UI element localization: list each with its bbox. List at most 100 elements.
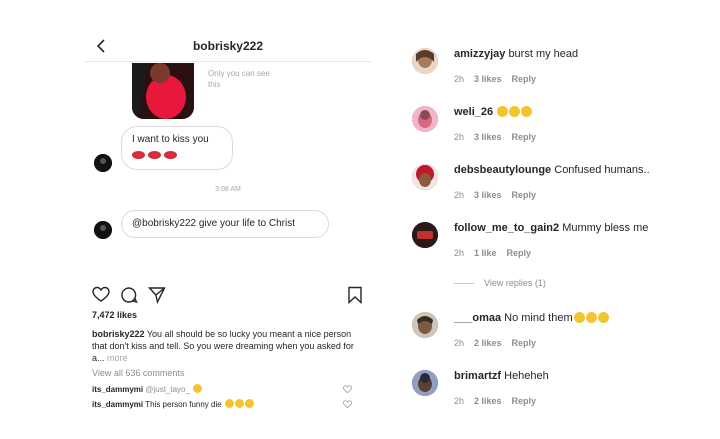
- comment-row: debsbeautylounge Confused humans.. 2h 3 l…: [402, 156, 670, 212]
- reply-button[interactable]: Reply: [512, 396, 537, 406]
- laughing-emoji-icon: [585, 312, 597, 323]
- lips-emoji-row: [132, 149, 222, 163]
- comment-username[interactable]: debsbeautylounge: [454, 164, 551, 176]
- dm-header: bobrisky222: [84, 30, 372, 62]
- comment-text-line: weli_26: [454, 106, 533, 118]
- message-timestamp: 3:08 AM: [215, 186, 241, 193]
- private-note: Only you can see this: [208, 69, 270, 89]
- view-replies-label: View replies (1): [484, 278, 546, 288]
- comment-time: 2h: [454, 132, 465, 142]
- avatar[interactable]: [412, 106, 438, 132]
- message-text: I want to kiss you: [132, 134, 209, 145]
- comment-text-line: amizzyjay burst my head: [454, 48, 578, 60]
- comment-likes[interactable]: 2 likes: [474, 396, 502, 406]
- comment-time: 2h: [454, 74, 465, 84]
- comment-row: follow_me_to_gain2 Mummy bless me 2h 1 li…: [402, 214, 670, 270]
- avatar[interactable]: [412, 164, 438, 190]
- post-comment: its_dammymi This person funny die: [92, 399, 362, 410]
- laughing-emoji-icon: [509, 106, 521, 117]
- bookmark-icon[interactable]: [346, 286, 364, 304]
- comment-meta: 2h 3 likes Reply: [454, 190, 546, 200]
- comment-username[interactable]: ___omaa: [454, 312, 501, 324]
- more-link[interactable]: more: [105, 353, 128, 363]
- sender-avatar[interactable]: [94, 221, 112, 239]
- comment-meta: 2h 3 likes Reply: [454, 132, 546, 142]
- laughing-emoji-icon: [521, 106, 533, 117]
- avatar[interactable]: [412, 48, 438, 74]
- comment-username[interactable]: amizzyjay: [454, 48, 505, 60]
- like-heart-icon[interactable]: [343, 385, 352, 394]
- comment-username[interactable]: its_dammymi: [92, 385, 143, 394]
- avatar[interactable]: [412, 370, 438, 396]
- reply-button[interactable]: Reply: [512, 74, 537, 84]
- comment-row: weli_26 2h 3 likes Reply: [402, 98, 670, 154]
- comments-screenshot: amizzyjay burst my head 2h 3 likes Reply w…: [402, 30, 670, 414]
- comment-row: ___omaa No mind them 2h 2 likes Reply: [402, 304, 670, 360]
- post-comment: its_dammymi @just_tayo_: [92, 384, 362, 395]
- lips-emoji-icon: [164, 151, 177, 160]
- comment-text: burst my head: [508, 48, 579, 60]
- comment-text-line: debsbeautylounge Confused humans..: [454, 164, 650, 176]
- divider-line: [454, 283, 474, 285]
- post-caption: bobrisky222 You all should be so lucky y…: [92, 328, 362, 364]
- lips-emoji-icon: [148, 151, 161, 160]
- comment-text-line: follow_me_to_gain2 Mummy bless me: [454, 222, 648, 234]
- chat-username[interactable]: bobrisky222: [84, 39, 372, 53]
- comment-text-line: ___omaa No mind them: [454, 312, 609, 324]
- comment-text: Confused humans..: [551, 164, 650, 176]
- reply-button[interactable]: Reply: [507, 248, 532, 258]
- emoji-icon: [234, 399, 244, 408]
- reply-button[interactable]: Reply: [512, 190, 537, 200]
- caption-username[interactable]: bobrisky222: [92, 329, 145, 339]
- reply-button[interactable]: Reply: [512, 338, 537, 348]
- comment-text: Heheheh: [501, 370, 549, 382]
- comment-row: brimartzf Heheheh 2h 2 likes Reply: [402, 362, 670, 414]
- laughing-emoji-icon: [597, 312, 609, 323]
- emoji-icon: [193, 384, 203, 393]
- post-action-bar: [92, 286, 364, 306]
- sender-avatar[interactable]: [94, 154, 112, 172]
- comment-likes[interactable]: 3 likes: [474, 190, 502, 200]
- comment-meta: 2h 2 likes Reply: [454, 396, 546, 406]
- dm-post-screenshot: bobrisky222 Only you can see this I want…: [84, 30, 372, 414]
- comment-username[interactable]: follow_me_to_gain2: [454, 222, 559, 234]
- likes-count[interactable]: 7,472 likes: [92, 310, 137, 320]
- comment-row: amizzyjay burst my head 2h 3 likes Reply: [402, 40, 670, 96]
- comment-text: This person funny die: [143, 400, 222, 409]
- view-replies-link[interactable]: View replies (1): [454, 278, 546, 288]
- shared-post-thumbnail[interactable]: [132, 63, 194, 119]
- comment-text: @just_tayo_: [143, 385, 190, 394]
- comment-meta: 2h 1 like Reply: [454, 248, 541, 258]
- comment-username[interactable]: brimartzf: [454, 370, 501, 382]
- comment-text: No mind them: [501, 312, 573, 324]
- comment-icon[interactable]: [120, 286, 138, 304]
- comment-likes[interactable]: 3 likes: [474, 74, 502, 84]
- avatar[interactable]: [412, 222, 438, 248]
- lips-emoji-icon: [132, 151, 145, 160]
- like-heart-icon[interactable]: [343, 400, 352, 409]
- comment-likes[interactable]: 3 likes: [474, 132, 502, 142]
- view-all-comments-link[interactable]: View all 636 comments: [92, 368, 184, 378]
- comment-meta: 2h 2 likes Reply: [454, 338, 546, 348]
- comment-likes[interactable]: 2 likes: [474, 338, 502, 348]
- reply-button[interactable]: Reply: [512, 132, 537, 142]
- message-bubble[interactable]: I want to kiss you: [121, 126, 233, 170]
- message-bubble[interactable]: @bobrisky222 give your life to Christ: [121, 210, 329, 238]
- share-icon[interactable]: [148, 286, 166, 304]
- comment-text-line: brimartzf Heheheh: [454, 370, 549, 382]
- emoji-icon: [224, 399, 234, 408]
- avatar[interactable]: [412, 312, 438, 338]
- comment-username[interactable]: weli_26: [454, 106, 493, 118]
- comment-text: Mummy bless me: [559, 222, 649, 234]
- heart-icon[interactable]: [92, 286, 110, 304]
- message-text: @bobrisky222 give your life to Christ: [132, 218, 295, 229]
- comment-likes[interactable]: 1 like: [474, 248, 497, 258]
- comment-time: 2h: [454, 248, 465, 258]
- comment-time: 2h: [454, 338, 465, 348]
- comment-time: 2h: [454, 396, 465, 406]
- laughing-emoji-icon: [497, 106, 509, 117]
- comment-time: 2h: [454, 190, 465, 200]
- laughing-emoji-icon: [573, 312, 585, 323]
- comment-username[interactable]: its_dammymi: [92, 400, 143, 409]
- comment-meta: 2h 3 likes Reply: [454, 74, 546, 84]
